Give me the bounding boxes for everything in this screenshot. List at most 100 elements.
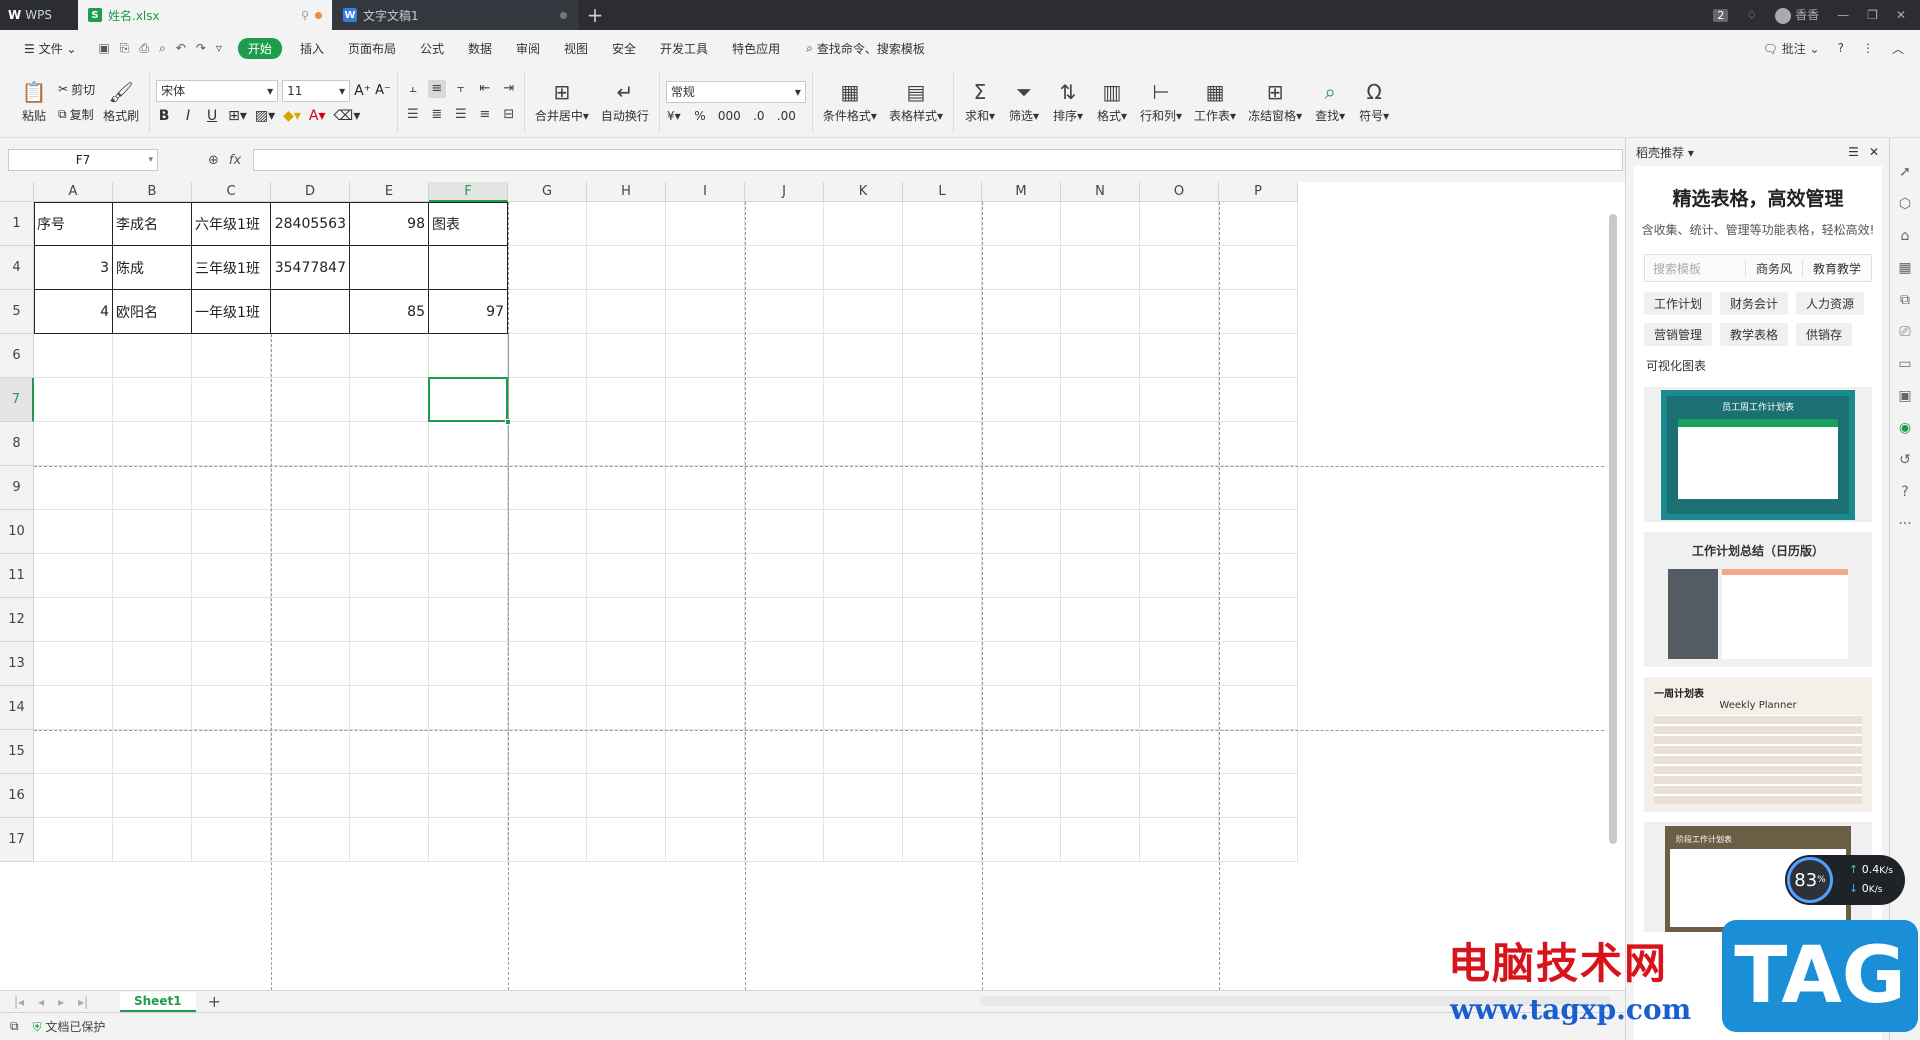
screenshot-icon[interactable]: ⎚	[1899, 324, 1910, 340]
grid-cell[interactable]	[350, 774, 429, 818]
grid-cell[interactable]	[271, 290, 350, 334]
tab-workbook[interactable]: S 姓名.xlsx ⚲	[78, 0, 333, 30]
more-dots-icon[interactable]: ···	[1898, 516, 1911, 532]
grid-cell[interactable]	[1140, 642, 1219, 686]
grid-cell[interactable]	[824, 774, 903, 818]
grid-cell[interactable]: 98	[350, 202, 429, 246]
grid-cell[interactable]: 4	[34, 290, 113, 334]
row-header[interactable]: 5	[0, 290, 34, 334]
grid-cell[interactable]	[350, 378, 429, 422]
zoom-formula-icon[interactable]: ⊕	[208, 153, 219, 168]
grid-cell[interactable]: 3	[34, 246, 113, 290]
grid-cell[interactable]	[587, 290, 666, 334]
grid-cell[interactable]	[429, 730, 508, 774]
grid-cell[interactable]	[1140, 246, 1219, 290]
row-header[interactable]: 16	[0, 774, 34, 818]
grid-cell[interactable]	[113, 554, 192, 598]
row-header[interactable]: 8	[0, 422, 34, 466]
grid-cell[interactable]: 35477847	[271, 246, 350, 290]
column-header[interactable]: B	[113, 182, 192, 202]
minimize-icon[interactable]: —	[1837, 8, 1849, 22]
grid-cell[interactable]	[745, 378, 824, 422]
grid-cell[interactable]	[350, 510, 429, 554]
grid-cell[interactable]	[666, 818, 745, 862]
grid-cell[interactable]	[982, 290, 1061, 334]
grid-cell[interactable]	[34, 598, 113, 642]
number-format-select[interactable]: 常规 ▾	[665, 80, 806, 103]
grid-cell[interactable]	[508, 730, 587, 774]
grid-cell[interactable]	[429, 334, 508, 378]
grid-cell[interactable]: 三年级1班	[192, 246, 271, 290]
copy-button[interactable]: ⧉ 复制	[58, 106, 95, 123]
grid-cell[interactable]	[666, 202, 745, 246]
fill-color-icon[interactable]: ◆▾	[283, 108, 301, 124]
grid-cell[interactable]	[1219, 510, 1298, 554]
grid-cell[interactable]	[745, 334, 824, 378]
customize-qa-icon[interactable]: ▿	[216, 41, 222, 56]
grid-cell[interactable]	[113, 510, 192, 554]
grid-cell[interactable]	[271, 774, 350, 818]
next-sheet-icon[interactable]: ▸	[58, 995, 64, 1009]
category-finance[interactable]: 财务会计	[1720, 292, 1789, 315]
grid-cell[interactable]: 六年级1班	[192, 202, 271, 246]
grid-cell[interactable]	[666, 642, 745, 686]
panel-close-icon[interactable]: ✕	[1869, 145, 1879, 159]
decrease-indent-icon[interactable]: ⇤	[476, 80, 494, 98]
grid-cell[interactable]	[1061, 246, 1140, 290]
grid-cell[interactable]	[903, 290, 982, 334]
column-header[interactable]: E	[350, 182, 429, 202]
add-decimal-icon[interactable]: .0	[751, 109, 767, 123]
grid-cell[interactable]	[824, 334, 903, 378]
row-header[interactable]: 17	[0, 818, 34, 862]
grid-cell[interactable]	[982, 334, 1061, 378]
grid-cell[interactable]	[824, 466, 903, 510]
column-header[interactable]: G	[508, 182, 587, 202]
grid-cell[interactable]	[508, 774, 587, 818]
grid-cell[interactable]: 陈成	[113, 246, 192, 290]
grid-cell[interactable]	[1061, 422, 1140, 466]
grid-cell[interactable]	[34, 510, 113, 554]
property-icon[interactable]: ⧉	[1900, 292, 1910, 308]
grid-cell[interactable]	[192, 686, 271, 730]
grid-cell[interactable]	[429, 774, 508, 818]
grid-cell[interactable]	[350, 466, 429, 510]
category-hr[interactable]: 人力资源	[1796, 292, 1865, 315]
grid-cell[interactable]	[1061, 686, 1140, 730]
grid-cell[interactable]	[587, 686, 666, 730]
last-sheet-icon[interactable]: ▸|	[78, 995, 88, 1009]
grid-cell[interactable]	[1140, 774, 1219, 818]
grid-cell[interactable]	[350, 598, 429, 642]
grid-cell[interactable]	[429, 686, 508, 730]
grid-cell[interactable]	[666, 246, 745, 290]
help-icon[interactable]: ?	[1838, 41, 1844, 55]
row-header[interactable]: 13	[0, 642, 34, 686]
grid-cell[interactable]	[113, 774, 192, 818]
grid-cell[interactable]	[824, 818, 903, 862]
grid-cell[interactable]	[982, 422, 1061, 466]
grid-cell[interactable]	[587, 598, 666, 642]
grid-cell[interactable]	[666, 686, 745, 730]
skin-icon[interactable]: ♢	[1746, 8, 1757, 22]
column-header[interactable]: L	[903, 182, 982, 202]
grid-cell[interactable]	[824, 378, 903, 422]
category-supply[interactable]: 供销存	[1796, 323, 1853, 346]
template-card[interactable]: 一周计划表 Weekly Planner	[1644, 677, 1872, 812]
grid-cell[interactable]	[429, 598, 508, 642]
worksheet-button[interactable]: ▦ 工作表▾	[1190, 80, 1240, 124]
grid-cell[interactable]	[192, 422, 271, 466]
name-box[interactable]: F7 ▾	[8, 149, 158, 171]
grid-cell[interactable]	[1140, 334, 1219, 378]
align-bottom-icon[interactable]: ⫟	[452, 80, 470, 98]
grid-cell[interactable]	[666, 378, 745, 422]
grid-cell[interactable]	[1219, 422, 1298, 466]
new-tab-button[interactable]: +	[578, 0, 612, 30]
grid-cell[interactable]	[1061, 378, 1140, 422]
column-header[interactable]: I	[666, 182, 745, 202]
grid-cell[interactable]	[587, 466, 666, 510]
help-circle-icon[interactable]: ?	[1901, 484, 1908, 500]
conditional-format-button[interactable]: ▦ 条件格式▾	[819, 80, 881, 124]
grid-cell[interactable]	[824, 554, 903, 598]
grid-cell[interactable]	[34, 642, 113, 686]
grid-cell[interactable]	[745, 202, 824, 246]
grid-cell[interactable]	[745, 466, 824, 510]
